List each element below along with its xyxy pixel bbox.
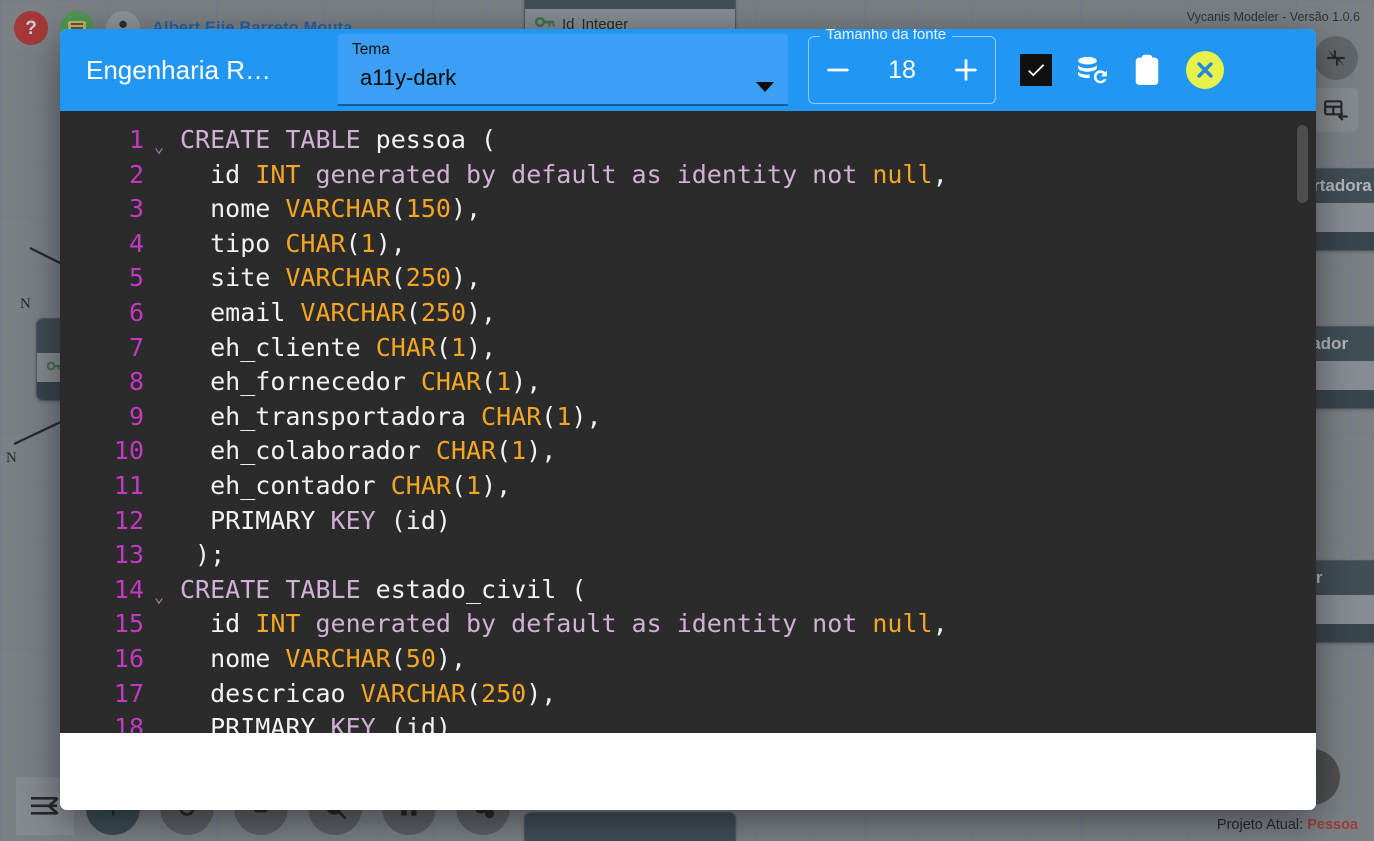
fold-spacer bbox=[148, 469, 170, 504]
dialog-title: Engenharia R… bbox=[86, 55, 338, 86]
code-text: eh_fornecedor CHAR(1), bbox=[170, 365, 1316, 400]
code-line: 13 ); bbox=[60, 538, 1316, 573]
fold-spacer bbox=[148, 504, 170, 539]
line-number: 17 bbox=[60, 677, 148, 712]
editor-scrollbar[interactable] bbox=[1297, 125, 1308, 203]
line-number: 15 bbox=[60, 607, 148, 642]
line-number: 18 bbox=[60, 711, 148, 733]
fold-spacer bbox=[148, 261, 170, 296]
code-text: site VARCHAR(250), bbox=[170, 261, 1316, 296]
chevron-down-icon[interactable]: ⌄ bbox=[148, 573, 170, 608]
code-text: ); bbox=[170, 538, 1316, 573]
fold-spacer bbox=[148, 192, 170, 227]
fold-spacer bbox=[148, 227, 170, 262]
line-number: 13 bbox=[60, 538, 148, 573]
fold-spacer bbox=[148, 677, 170, 712]
theme-select-label: Tema bbox=[352, 41, 776, 58]
code-line: 5 site VARCHAR(250), bbox=[60, 261, 1316, 296]
close-dialog-button[interactable] bbox=[1186, 51, 1224, 89]
dialog-header-actions bbox=[1020, 51, 1224, 89]
font-size-value: 18 bbox=[888, 56, 916, 85]
fold-spacer bbox=[148, 642, 170, 677]
line-number: 9 bbox=[60, 400, 148, 435]
code-text: eh_transportadora CHAR(1), bbox=[170, 400, 1316, 435]
font-size-stepper: Tamanho da fonte 18 bbox=[808, 36, 996, 104]
code-text: nome VARCHAR(150), bbox=[170, 192, 1316, 227]
code-lines: 1⌄CREATE TABLE pessoa (2 id INT generate… bbox=[60, 111, 1316, 733]
code-text: email VARCHAR(250), bbox=[170, 296, 1316, 331]
line-number: 8 bbox=[60, 365, 148, 400]
code-line: 8 eh_fornecedor CHAR(1), bbox=[60, 365, 1316, 400]
fold-spacer bbox=[148, 538, 170, 573]
code-line: 4 tipo CHAR(1), bbox=[60, 227, 1316, 262]
database-refresh-icon[interactable] bbox=[1074, 53, 1108, 87]
line-number: 11 bbox=[60, 469, 148, 504]
code-line: 10 eh_colaborador CHAR(1), bbox=[60, 434, 1316, 469]
clipboard-icon[interactable] bbox=[1130, 53, 1164, 87]
code-text: eh_contador CHAR(1), bbox=[170, 469, 1316, 504]
line-number: 6 bbox=[60, 296, 148, 331]
minus-icon[interactable] bbox=[821, 53, 855, 87]
code-text: tipo CHAR(1), bbox=[170, 227, 1316, 262]
code-line: 17 descricao VARCHAR(250), bbox=[60, 677, 1316, 712]
font-size-legend: Tamanho da fonte bbox=[820, 29, 952, 43]
code-text: CREATE TABLE pessoa ( bbox=[170, 123, 1316, 158]
code-line: 2 id INT generated by default as identit… bbox=[60, 158, 1316, 193]
line-number: 10 bbox=[60, 434, 148, 469]
code-line: 7 eh_cliente CHAR(1), bbox=[60, 331, 1316, 366]
line-number: 7 bbox=[60, 331, 148, 366]
code-line: 18 PRIMARY KEY (id) bbox=[60, 711, 1316, 733]
plus-icon[interactable] bbox=[949, 53, 983, 87]
code-line: 6 email VARCHAR(250), bbox=[60, 296, 1316, 331]
fold-spacer bbox=[148, 331, 170, 366]
line-number: 3 bbox=[60, 192, 148, 227]
select-all-checkbox[interactable] bbox=[1020, 54, 1052, 86]
chevron-down-icon[interactable]: ⌄ bbox=[148, 123, 170, 158]
chevron-down-icon bbox=[756, 82, 774, 92]
code-line: 15 id INT generated by default as identi… bbox=[60, 607, 1316, 642]
code-line: 9 eh_transportadora CHAR(1), bbox=[60, 400, 1316, 435]
code-text: descricao VARCHAR(250), bbox=[170, 677, 1316, 712]
code-text: PRIMARY KEY (id) bbox=[170, 711, 1316, 733]
editor-area: 1⌄CREATE TABLE pessoa (2 id INT generate… bbox=[60, 111, 1316, 810]
line-number: 5 bbox=[60, 261, 148, 296]
theme-select-value: a11y-dark bbox=[352, 65, 776, 91]
code-text: eh_cliente CHAR(1), bbox=[170, 331, 1316, 366]
code-line: 16 nome VARCHAR(50), bbox=[60, 642, 1316, 677]
code-text: eh_colaborador CHAR(1), bbox=[170, 434, 1316, 469]
code-line: 1⌄CREATE TABLE pessoa ( bbox=[60, 123, 1316, 158]
line-number: 4 bbox=[60, 227, 148, 262]
code-line: 14⌄CREATE TABLE estado_civil ( bbox=[60, 573, 1316, 608]
code-text: id INT generated by default as identity … bbox=[170, 607, 1316, 642]
dialog-header: Engenharia R… Tema a11y-dark Tamanho da … bbox=[60, 29, 1316, 111]
line-number: 12 bbox=[60, 504, 148, 539]
fold-spacer bbox=[148, 296, 170, 331]
fold-spacer bbox=[148, 711, 170, 733]
code-text: id INT generated by default as identity … bbox=[170, 158, 1316, 193]
fold-spacer bbox=[148, 434, 170, 469]
fold-spacer bbox=[148, 400, 170, 435]
line-number: 16 bbox=[60, 642, 148, 677]
reverse-engineering-dialog: Engenharia R… Tema a11y-dark Tamanho da … bbox=[60, 29, 1316, 810]
line-number: 1 bbox=[60, 123, 148, 158]
code-text: CREATE TABLE estado_civil ( bbox=[170, 573, 1316, 608]
theme-select[interactable]: Tema a11y-dark bbox=[338, 34, 788, 106]
code-line: 12 PRIMARY KEY (id) bbox=[60, 504, 1316, 539]
fold-spacer bbox=[148, 158, 170, 193]
code-text: nome VARCHAR(50), bbox=[170, 642, 1316, 677]
code-line: 11 eh_contador CHAR(1), bbox=[60, 469, 1316, 504]
fold-spacer bbox=[148, 365, 170, 400]
code-line: 3 nome VARCHAR(150), bbox=[60, 192, 1316, 227]
code-text: PRIMARY KEY (id) bbox=[170, 504, 1316, 539]
fold-spacer bbox=[148, 607, 170, 642]
line-number: 2 bbox=[60, 158, 148, 193]
line-number: 14 bbox=[60, 573, 148, 608]
sql-code-editor[interactable]: 1⌄CREATE TABLE pessoa (2 id INT generate… bbox=[60, 111, 1316, 733]
